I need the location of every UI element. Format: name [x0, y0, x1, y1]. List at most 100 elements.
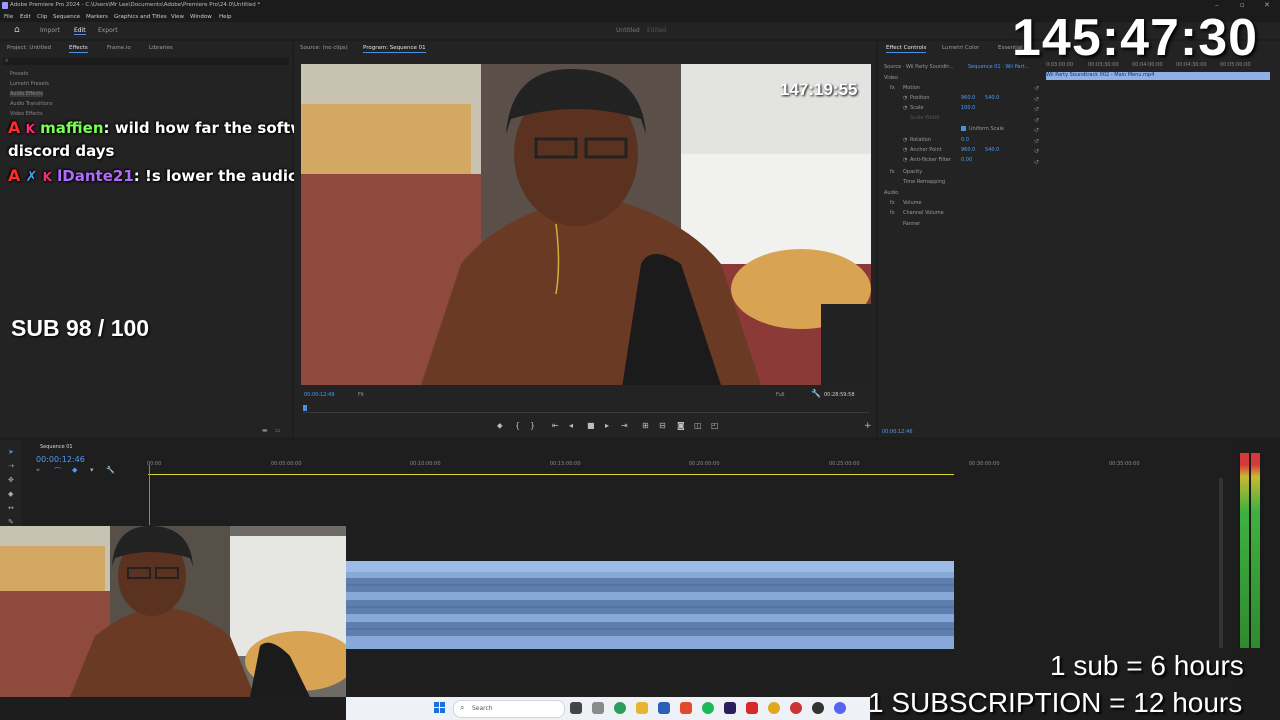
- fit-dropdown[interactable]: Fit: [358, 392, 364, 398]
- position-x[interactable]: 960.0: [961, 95, 975, 101]
- wrench-icon[interactable]: 🔧: [811, 389, 821, 398]
- menu-file[interactable]: File: [4, 14, 13, 20]
- ripple-edit-icon[interactable]: ✥: [8, 476, 14, 484]
- reset-icon[interactable]: ↺: [1034, 137, 1039, 148]
- fx-icon[interactable]: fx: [890, 200, 895, 206]
- audio-clip[interactable]: [346, 561, 954, 649]
- antiflicker-value[interactable]: 0.00: [961, 157, 972, 163]
- tree-video-effects[interactable]: Video Effects: [10, 111, 43, 117]
- menu-clip[interactable]: Clip: [37, 14, 47, 20]
- menu-edit[interactable]: Edit: [20, 14, 31, 20]
- fx-icon[interactable]: fx: [890, 169, 895, 175]
- go-to-out-icon[interactable]: ⇥: [621, 421, 628, 430]
- export-frame-icon[interactable]: ◙: [677, 421, 685, 430]
- timeline-ruler[interactable]: 00:00 00:05:00:00 00:10:00:00 00:15:00:0…: [147, 461, 1227, 471]
- discord-icon[interactable]: [834, 702, 846, 714]
- new-bin-icon[interactable]: ▬: [262, 427, 268, 434]
- reset-icon[interactable]: ↺: [1034, 147, 1039, 158]
- program-scrubber[interactable]: [303, 405, 869, 413]
- linked-icon[interactable]: ⌒: [54, 466, 61, 476]
- menu-sequence[interactable]: Sequence: [53, 14, 80, 20]
- reset-icon[interactable]: ↺: [1034, 105, 1039, 116]
- tree-lumetri-presets[interactable]: Lumetri Presets: [10, 81, 49, 87]
- step-forward-icon[interactable]: ▸: [605, 421, 609, 430]
- add-button-icon[interactable]: +: [864, 421, 872, 431]
- brave-icon[interactable]: [680, 702, 692, 714]
- close-icon[interactable]: ✕: [1264, 1, 1270, 9]
- menu-view[interactable]: View: [171, 14, 184, 20]
- menu-graphics[interactable]: Graphics and Titles: [114, 14, 167, 20]
- effect-opacity[interactable]: Opacity: [903, 169, 922, 175]
- effect-channel-volume[interactable]: Channel Volume: [903, 210, 944, 216]
- obs-icon[interactable]: [812, 702, 824, 714]
- tab-import[interactable]: Import: [40, 27, 60, 34]
- track-select-icon[interactable]: ⇢: [8, 462, 14, 470]
- scale-value[interactable]: 100.0: [961, 105, 975, 111]
- effect-time-remapping[interactable]: Time Remapping: [903, 179, 945, 185]
- vr-icon[interactable]: ◰: [711, 421, 719, 430]
- timeline-timecode[interactable]: 00:00:12:46: [36, 455, 85, 464]
- snap-icon[interactable]: ⌖: [36, 466, 40, 475]
- ec-clip-bar[interactable]: Wii Party Soundtrack 002 - Main Menu.mp4: [1046, 72, 1270, 80]
- menu-window[interactable]: Window: [190, 14, 212, 20]
- tree-presets[interactable]: Presets: [10, 71, 28, 77]
- stop-icon[interactable]: ■: [587, 421, 595, 430]
- effect-motion[interactable]: Motion: [903, 85, 920, 91]
- reset-icon[interactable]: ↺: [1034, 158, 1039, 169]
- anchor-y[interactable]: 540.0: [985, 147, 999, 153]
- spotify-icon[interactable]: [702, 702, 714, 714]
- premiere-icon[interactable]: [724, 702, 736, 714]
- tab-effect-controls[interactable]: Effect Controls: [886, 45, 927, 53]
- task-view-icon[interactable]: [570, 702, 582, 714]
- program-video[interactable]: [301, 64, 871, 385]
- timeline-marker-icon[interactable]: ▾: [90, 466, 94, 474]
- app-icon[interactable]: [790, 702, 802, 714]
- tree-audio-transitions[interactable]: Audio Transitions: [10, 101, 53, 107]
- stopwatch-icon[interactable]: ◔: [903, 147, 907, 153]
- app-icon[interactable]: [746, 702, 758, 714]
- file-explorer-icon[interactable]: [636, 702, 648, 714]
- extract-icon[interactable]: ⊟: [659, 421, 666, 430]
- wrench-icon[interactable]: 🔧: [106, 466, 115, 474]
- fx-icon[interactable]: fx: [890, 85, 895, 91]
- stopwatch-icon[interactable]: ◔: [903, 105, 907, 111]
- timeline-scrollbar[interactable]: [1219, 478, 1223, 648]
- rotation-value[interactable]: 0.0: [961, 137, 969, 143]
- effects-search-input[interactable]: ⌕: [3, 57, 289, 65]
- quality-dropdown[interactable]: Full: [776, 392, 785, 398]
- anchor-x[interactable]: 960.0: [961, 147, 975, 153]
- stopwatch-icon[interactable]: ◔: [903, 95, 907, 101]
- position-y[interactable]: 540.0: [985, 95, 999, 101]
- tab-lumetri-color[interactable]: Lumetri Color: [942, 45, 979, 51]
- marker-icon[interactable]: ⬥: [497, 421, 503, 431]
- pen-icon[interactable]: ✎: [8, 518, 14, 526]
- uniform-scale-checkbox[interactable]: [961, 126, 966, 131]
- reset-icon[interactable]: ↺: [1034, 126, 1039, 137]
- reset-icon[interactable]: ↺: [1034, 95, 1039, 106]
- stopwatch-icon[interactable]: ◔: [903, 157, 907, 163]
- comparison-icon[interactable]: ◫: [694, 421, 702, 430]
- playhead-icon[interactable]: [303, 405, 307, 411]
- slip-icon[interactable]: ↔: [8, 504, 14, 512]
- effect-volume[interactable]: Volume: [903, 200, 922, 206]
- tab-libraries[interactable]: Libraries: [149, 45, 173, 51]
- tab-project[interactable]: Project: Untitled: [7, 45, 51, 51]
- mark-in-icon[interactable]: {: [515, 421, 520, 430]
- windows-start-icon[interactable]: [434, 702, 446, 714]
- marker-add-icon[interactable]: ◆: [72, 466, 77, 474]
- store-icon[interactable]: [658, 702, 670, 714]
- tab-export[interactable]: Export: [98, 27, 118, 34]
- fx-icon[interactable]: fx: [890, 210, 895, 216]
- edge-icon[interactable]: [614, 702, 626, 714]
- settings-icon[interactable]: [592, 702, 604, 714]
- razor-icon[interactable]: ◆: [8, 490, 13, 498]
- source-dropdown[interactable]: Source · Wii Party Soundtr...: [884, 64, 954, 70]
- reset-icon[interactable]: ↺: [1034, 116, 1039, 127]
- menu-help[interactable]: Help: [219, 14, 232, 20]
- program-timecode[interactable]: 00:00:12:49: [304, 392, 335, 398]
- delete-icon[interactable]: ▭: [275, 427, 281, 434]
- lift-icon[interactable]: ⊞: [642, 421, 649, 430]
- tab-edit[interactable]: Edit: [74, 27, 86, 35]
- tree-audio-effects[interactable]: Audio Effects: [10, 91, 43, 97]
- tab-program[interactable]: Program: Sequence 01: [363, 45, 426, 53]
